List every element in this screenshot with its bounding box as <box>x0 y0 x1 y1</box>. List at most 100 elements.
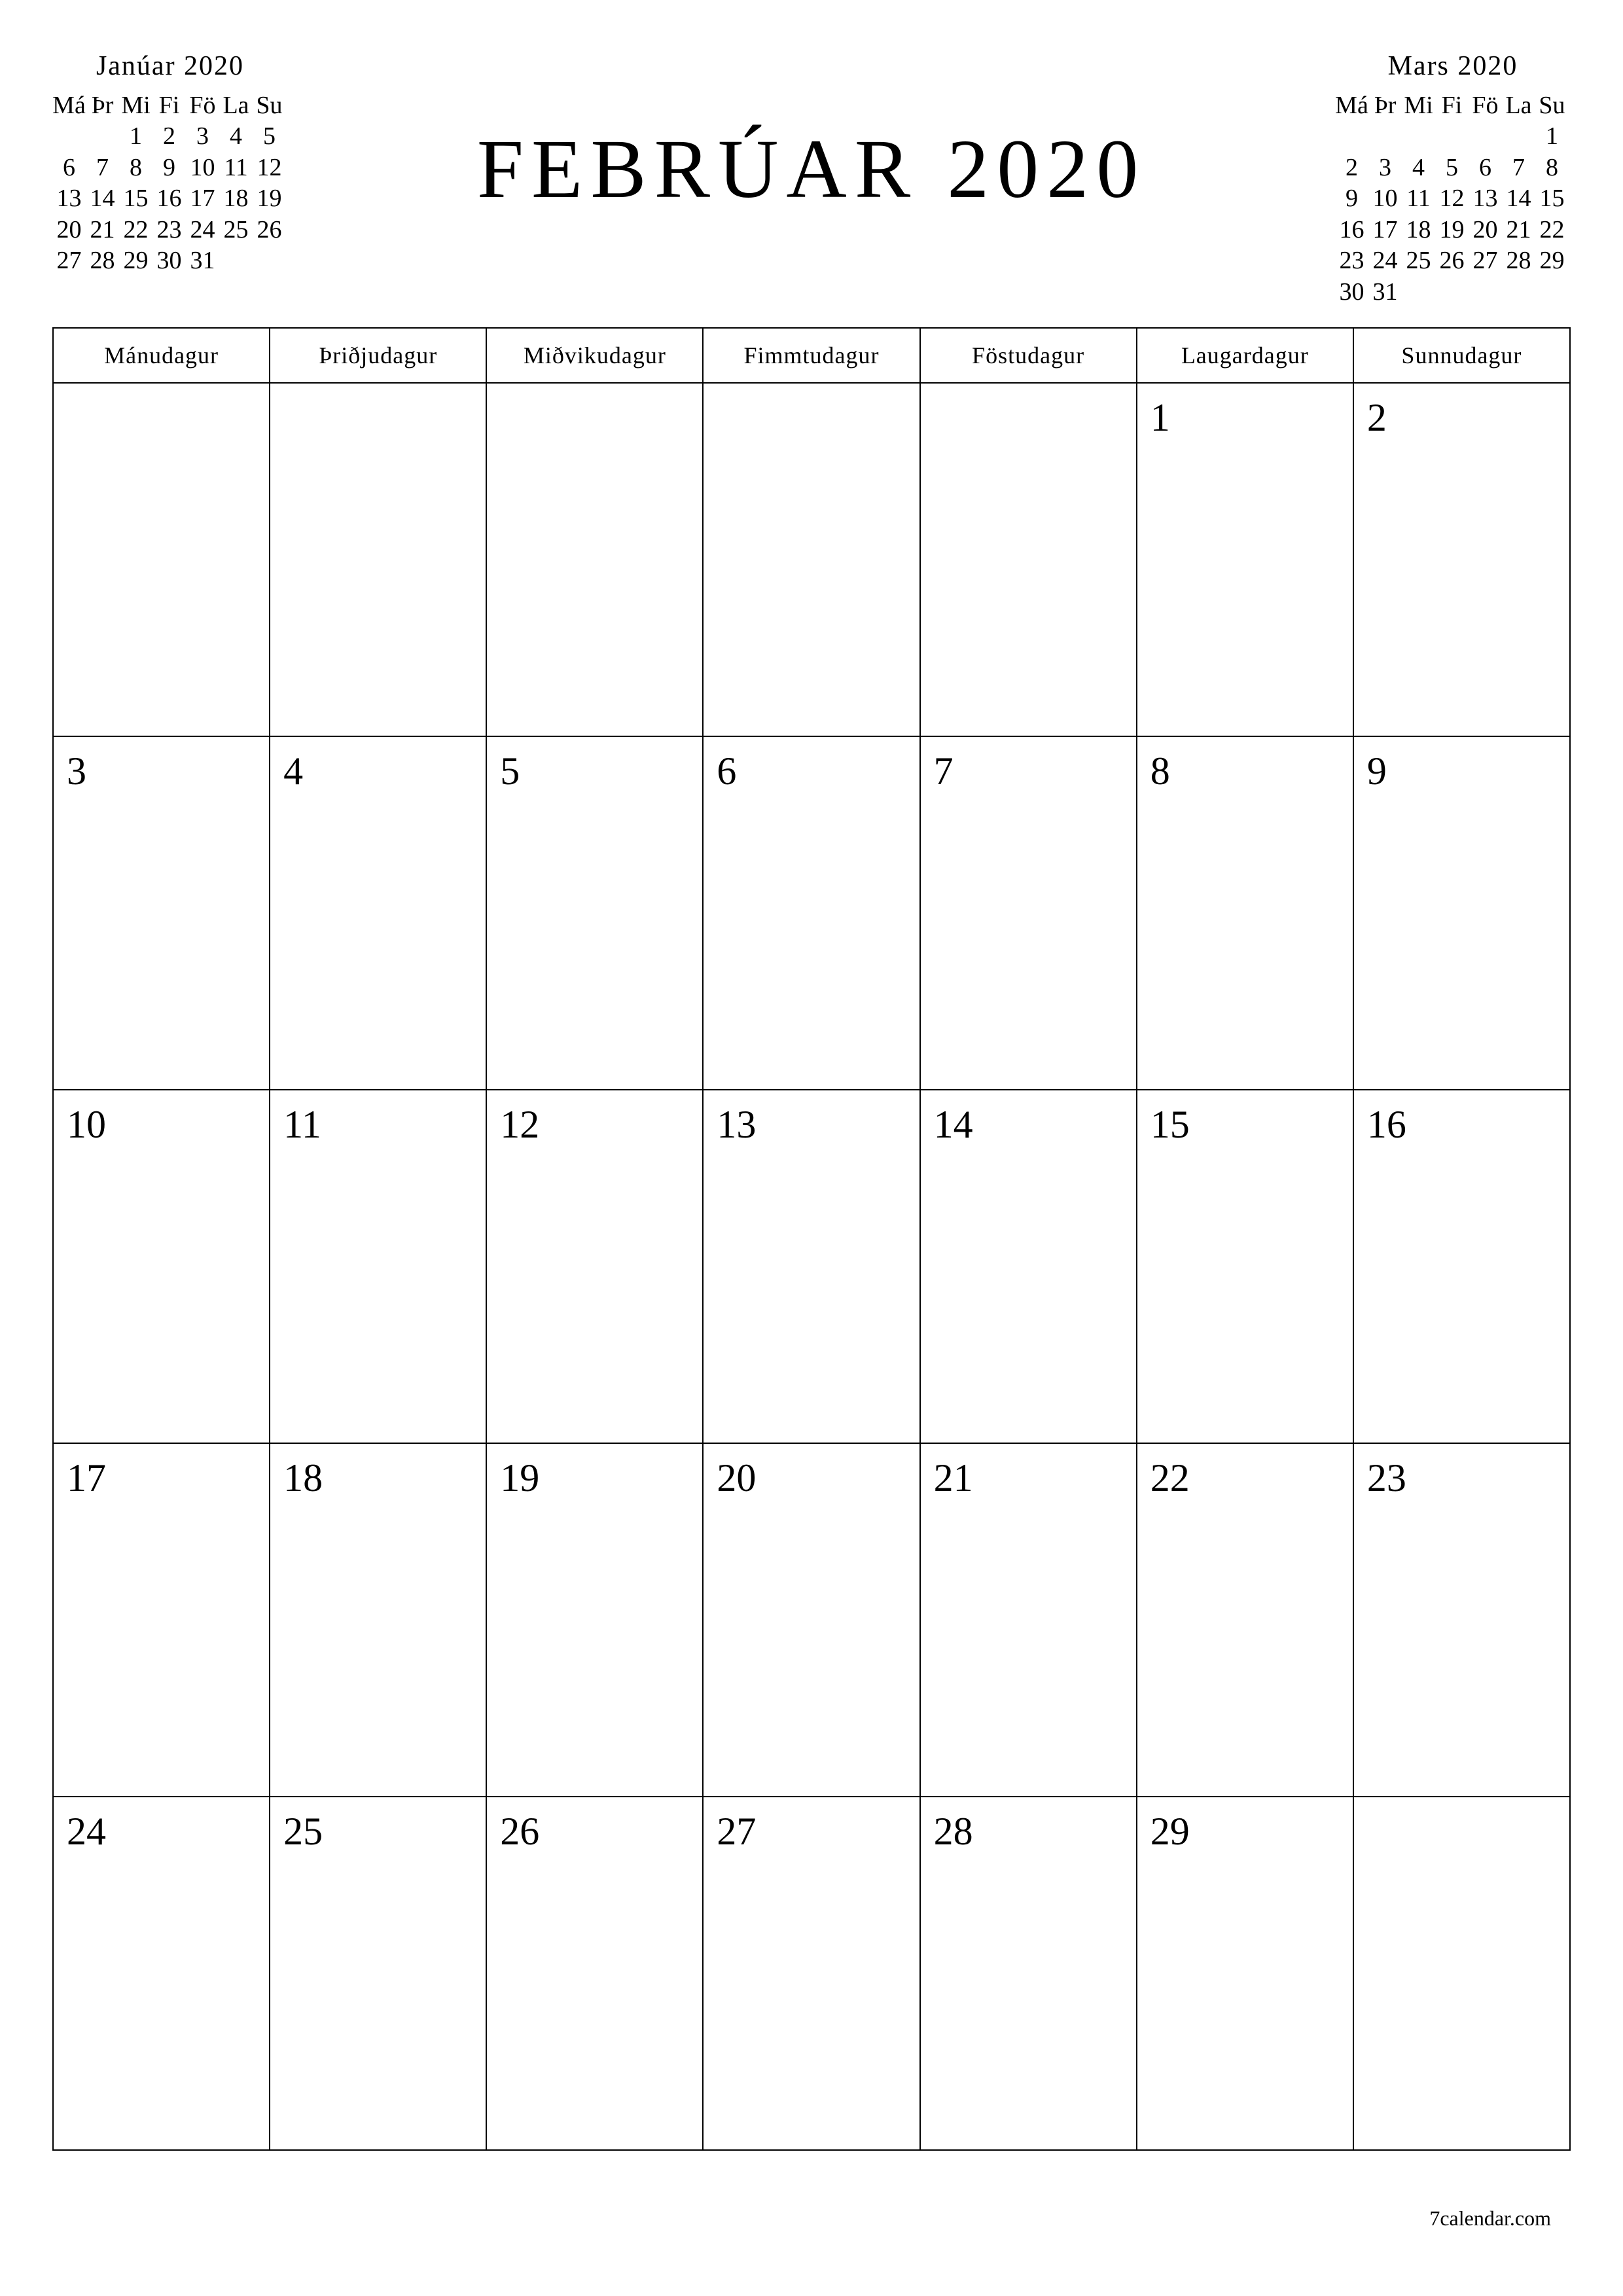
mini-day: 16 <box>1335 215 1368 246</box>
mini-day: 27 <box>1469 245 1502 277</box>
dow-short: Fi <box>1435 90 1469 122</box>
mini-day: 5 <box>1435 152 1469 184</box>
mini-week-row: 272829303100 <box>52 245 288 277</box>
mini-day: 25 <box>1402 245 1435 277</box>
mini-week-row: 6789101112 <box>52 152 288 184</box>
mini-day: 25 <box>219 215 253 246</box>
weekday-header: Sunnudagur <box>1353 328 1570 383</box>
dow-short: Su <box>253 90 286 122</box>
mini-day: 15 <box>1535 183 1569 215</box>
prev-month-title: Janúar 2020 <box>52 49 288 84</box>
mini-day: 9 <box>1335 183 1368 215</box>
mini-day: 19 <box>253 183 286 215</box>
mini-day: 31 <box>1368 277 1402 308</box>
dow-short: Mi <box>1402 90 1435 122</box>
dow-short: Fö <box>186 90 219 122</box>
dow-short: La <box>219 90 253 122</box>
mini-week-row: 20212223242526 <box>52 215 288 246</box>
mini-day: 10 <box>186 152 219 184</box>
mini-day: 2 <box>1335 152 1368 184</box>
mini-day: 14 <box>1502 183 1535 215</box>
calendar-day-cell: 2 <box>1353 383 1570 736</box>
mini-day: 19 <box>1435 215 1469 246</box>
mini-day: 23 <box>152 215 186 246</box>
day-number: 8 <box>1150 749 1340 794</box>
calendar-day-cell: 26 <box>486 1797 703 2150</box>
day-number: 19 <box>500 1456 689 1501</box>
calendar-day-cell: 9 <box>1353 736 1570 1090</box>
mini-day: 28 <box>1502 245 1535 277</box>
mini-day: 7 <box>86 152 119 184</box>
mini-day: 23 <box>1335 245 1368 277</box>
calendar-day-cell <box>53 383 270 736</box>
dow-short: Fi <box>152 90 186 122</box>
calendar-day-cell: 7 <box>920 736 1137 1090</box>
day-number: 18 <box>283 1456 473 1501</box>
day-number: 20 <box>717 1456 906 1501</box>
weekday-header: Miðvikudagur <box>486 328 703 383</box>
mini-day: 12 <box>1435 183 1469 215</box>
day-number: 15 <box>1150 1102 1340 1147</box>
next-month-dow: Má Þr Mi Fi Fö La Su <box>1335 90 1571 122</box>
mini-day: 15 <box>119 183 152 215</box>
mini-week-row: 9101112131415 <box>1335 183 1571 215</box>
calendar-day-cell <box>270 383 486 736</box>
day-number: 22 <box>1150 1456 1340 1501</box>
dow-short: La <box>1502 90 1535 122</box>
mini-day: 20 <box>52 215 86 246</box>
mini-day: 30 <box>1335 277 1368 308</box>
calendar-day-cell: 29 <box>1137 1797 1353 2150</box>
dow-short: Fö <box>1469 90 1502 122</box>
calendar-day-cell: 16 <box>1353 1090 1570 1443</box>
calendar-day-cell: 18 <box>270 1443 486 1797</box>
day-number: 4 <box>283 749 473 794</box>
calendar-day-cell <box>920 383 1137 736</box>
mini-day: 4 <box>1402 152 1435 184</box>
calendar-day-cell: 5 <box>486 736 703 1090</box>
calendar-day-cell: 6 <box>703 736 919 1090</box>
mini-day: 8 <box>119 152 152 184</box>
calendar-day-cell: 12 <box>486 1090 703 1443</box>
header: Janúar 2020 Má Þr Mi Fi Fö La Su 0012345… <box>52 49 1571 308</box>
day-number: 5 <box>500 749 689 794</box>
calendar-day-cell: 27 <box>703 1797 919 2150</box>
mini-day: 2 <box>152 121 186 152</box>
mini-day: 18 <box>1402 215 1435 246</box>
weekday-header: Mánudagur <box>53 328 270 383</box>
calendar-day-cell <box>1353 1797 1570 2150</box>
mini-week-row: 16171819202122 <box>1335 215 1571 246</box>
calendar-day-cell: 19 <box>486 1443 703 1797</box>
day-number: 6 <box>717 749 906 794</box>
day-number: 26 <box>500 1809 689 1854</box>
mini-day: 17 <box>186 183 219 215</box>
month-calendar-grid: Mánudagur Þriðjudagur Miðvikudagur Fimmt… <box>52 327 1571 2151</box>
mini-day: 24 <box>1368 245 1402 277</box>
day-number: 17 <box>67 1456 256 1501</box>
day-number: 28 <box>934 1809 1123 1854</box>
calendar-day-cell: 28 <box>920 1797 1137 2150</box>
mini-day: 29 <box>1535 245 1569 277</box>
mini-day: 11 <box>1402 183 1435 215</box>
calendar-day-cell <box>703 383 919 736</box>
mini-week-row: 0000001 <box>1335 121 1571 152</box>
calendar-day-cell: 15 <box>1137 1090 1353 1443</box>
calendar-day-cell: 14 <box>920 1090 1137 1443</box>
weekday-header: Föstudagur <box>920 328 1137 383</box>
calendar-day-cell <box>486 383 703 736</box>
calendar-week-row: 3456789 <box>53 736 1570 1090</box>
weekday-header-row: Mánudagur Þriðjudagur Miðvikudagur Fimmt… <box>53 328 1570 383</box>
dow-short: Mi <box>119 90 152 122</box>
next-month-mini-calendar: Mars 2020 Má Þr Mi Fi Fö La Su 000000123… <box>1335 49 1571 308</box>
mini-day: 22 <box>1535 215 1569 246</box>
dow-short: Má <box>1335 90 1368 122</box>
mini-week-row: 23242526272829 <box>1335 245 1571 277</box>
mini-day: 7 <box>1502 152 1535 184</box>
mini-day: 4 <box>219 121 253 152</box>
calendar-week-row: 17181920212223 <box>53 1443 1570 1797</box>
calendar-day-cell: 10 <box>53 1090 270 1443</box>
calendar-day-cell: 21 <box>920 1443 1137 1797</box>
day-number: 24 <box>67 1809 256 1854</box>
mini-day: 20 <box>1469 215 1502 246</box>
mini-day: 1 <box>1535 121 1569 152</box>
footer-credit: 7calendar.com <box>1429 2206 1551 2231</box>
